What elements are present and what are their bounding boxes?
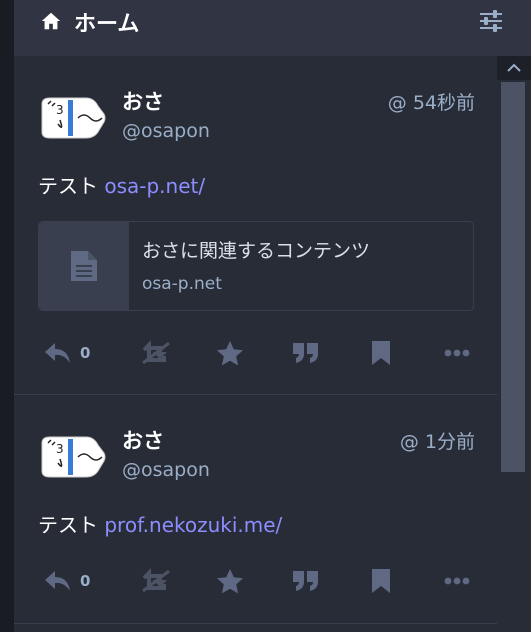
card-thumbnail	[39, 222, 129, 310]
boost-disabled-icon	[142, 340, 170, 365]
status-link[interactable]: prof.nekozuki.me/	[104, 513, 282, 537]
bookmark-button[interactable]	[370, 563, 392, 599]
avatar[interactable]: 3	[38, 92, 106, 142]
bookmark-icon	[372, 569, 390, 593]
chevron-up-icon	[507, 63, 521, 72]
boost-button[interactable]	[140, 335, 172, 371]
column-header[interactable]: ホーム	[14, 0, 531, 56]
link-preview-card[interactable]: おさに関連するコンテンツ osa-p.net	[38, 221, 474, 311]
status-item[interactable]: 3 おさ @osapon @ 1分前 テスト prof.nekozuki.me/…	[14, 395, 497, 624]
left-gutter	[0, 0, 14, 632]
account-handle[interactable]: @osapon	[122, 459, 210, 481]
quote-icon	[293, 571, 318, 591]
reply-icon	[45, 343, 70, 363]
status-item[interactable]: 3 おさ @osapon @ 54秒前 テスト osa-p.net/ おさに関連…	[14, 56, 497, 395]
status-time[interactable]: @ 54秒前	[388, 88, 475, 115]
bookmark-button[interactable]	[370, 335, 392, 371]
status-content: テスト prof.nekozuki.me/	[38, 509, 282, 538]
favourite-button[interactable]	[216, 335, 244, 371]
column-title: ホーム	[74, 12, 140, 37]
account-handle[interactable]: @osapon	[122, 120, 210, 142]
svg-text:3: 3	[56, 103, 64, 117]
quote-button[interactable]	[292, 335, 320, 371]
status-text: テスト	[38, 513, 105, 537]
quote-button[interactable]	[292, 563, 320, 599]
reply-count: 0	[80, 344, 91, 362]
favourite-button[interactable]	[216, 563, 244, 599]
bookmark-icon	[372, 341, 390, 365]
scrollbar-thumb[interactable]	[501, 82, 525, 472]
home-column: ホーム 3 おさ @osapon @ 54秒前 テスト osa-p.net/ お…	[14, 0, 531, 632]
timeline[interactable]: 3 おさ @osapon @ 54秒前 テスト osa-p.net/ おさに関連…	[14, 56, 531, 632]
card-title: おさに関連するコンテンツ	[142, 240, 371, 262]
card-host: osa-p.net	[142, 274, 222, 294]
reply-button[interactable]: 0	[44, 563, 90, 599]
home-icon	[41, 12, 61, 30]
quote-icon	[293, 343, 318, 363]
star-icon	[217, 569, 243, 594]
status-action-bar: 0	[14, 563, 497, 599]
status-content: テスト osa-p.net/	[38, 170, 205, 199]
reply-count: 0	[80, 572, 91, 590]
status-text: テスト	[38, 174, 105, 198]
reply-button[interactable]: 0	[44, 335, 90, 371]
status-link[interactable]: osa-p.net/	[104, 174, 205, 198]
avatar[interactable]: 3	[38, 431, 106, 481]
more-button[interactable]	[444, 563, 470, 599]
svg-text:3: 3	[56, 442, 64, 456]
scroll-up-button[interactable]	[497, 56, 531, 80]
boost-button[interactable]	[140, 563, 172, 599]
column-settings-icon[interactable]	[479, 10, 503, 32]
more-icon	[444, 577, 470, 585]
scrollbar[interactable]	[497, 56, 531, 632]
reply-icon	[45, 571, 70, 591]
more-icon	[444, 349, 470, 357]
status-action-bar: 0	[14, 335, 497, 371]
star-icon	[217, 341, 243, 366]
display-name[interactable]: おさ	[122, 425, 164, 455]
boost-disabled-icon	[142, 568, 170, 593]
more-button[interactable]	[444, 335, 470, 371]
document-icon	[71, 251, 97, 281]
status-time[interactable]: @ 1分前	[400, 427, 475, 454]
display-name[interactable]: おさ	[122, 86, 164, 116]
